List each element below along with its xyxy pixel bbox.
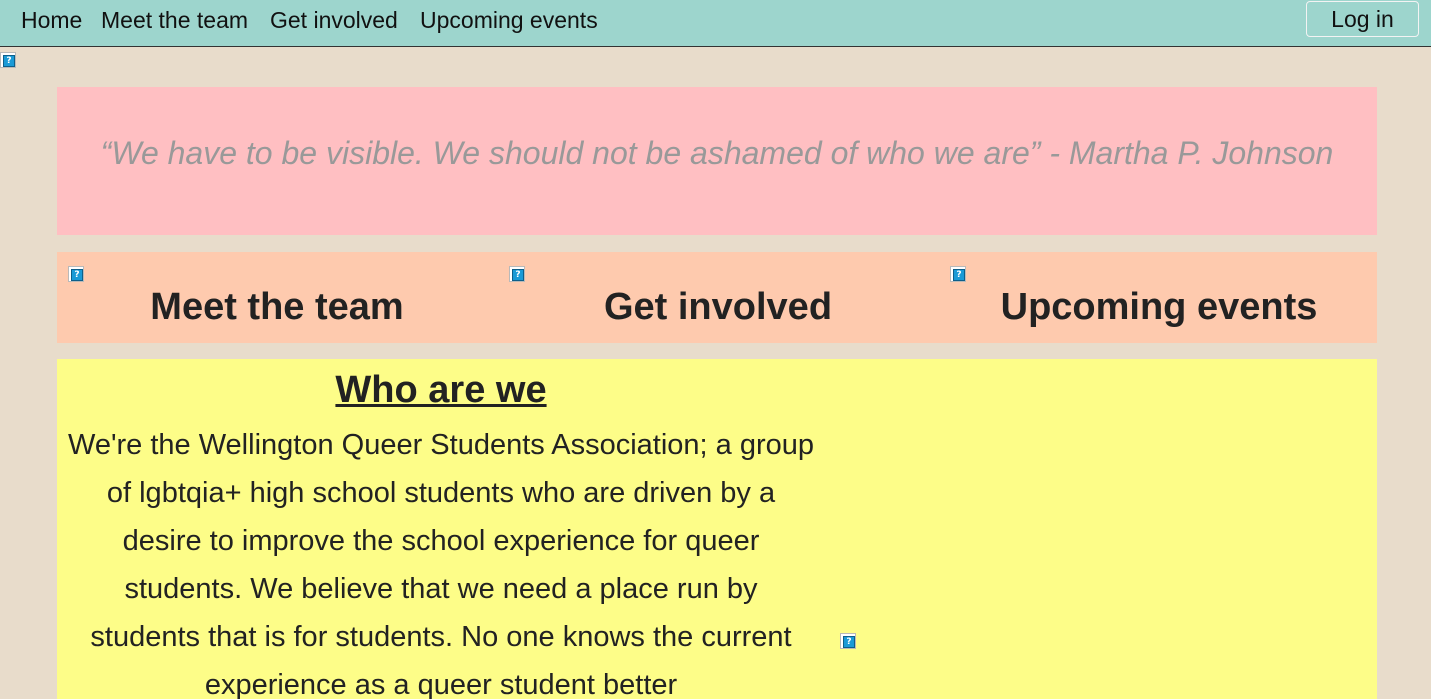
section-links-bar: ? Meet the team ? Get involved ? Upcomin… xyxy=(57,252,1377,343)
broken-image-icon: ? xyxy=(840,633,856,649)
about-title: Who are we xyxy=(335,369,547,411)
broken-image-icon: ? xyxy=(509,266,525,282)
meet-the-team-heading: Meet the team xyxy=(150,286,404,328)
broken-image-icon: ? xyxy=(950,266,966,282)
nav-link-upcoming-events[interactable]: Upcoming events xyxy=(420,7,598,34)
nav-link-get-involved[interactable]: Get involved xyxy=(270,7,398,34)
quote-text: “We have to be visible. We should not be… xyxy=(100,135,1334,171)
broken-image-icon: ? xyxy=(68,266,84,282)
meet-the-team-card[interactable]: ? Meet the team xyxy=(57,252,497,343)
get-involved-card[interactable]: ? Get involved xyxy=(498,252,938,343)
nav-link-meet-the-team[interactable]: Meet the team xyxy=(101,7,248,34)
quote-banner: “We have to be visible. We should not be… xyxy=(57,87,1377,235)
about-section: Who are we We're the Wellington Queer St… xyxy=(57,359,1377,699)
broken-image-icon: ? xyxy=(0,52,16,68)
upcoming-events-heading: Upcoming events xyxy=(1000,286,1318,328)
about-body-text: We're the Wellington Queer Students Asso… xyxy=(67,429,814,699)
get-involved-heading: Get involved xyxy=(603,286,833,328)
top-navigation-bar: Home Meet the team Get involved Upcoming… xyxy=(0,0,1431,47)
upcoming-events-card[interactable]: ? Upcoming events xyxy=(939,252,1379,343)
nav-link-home[interactable]: Home xyxy=(21,7,82,34)
log-in-button[interactable]: Log in xyxy=(1306,1,1419,37)
